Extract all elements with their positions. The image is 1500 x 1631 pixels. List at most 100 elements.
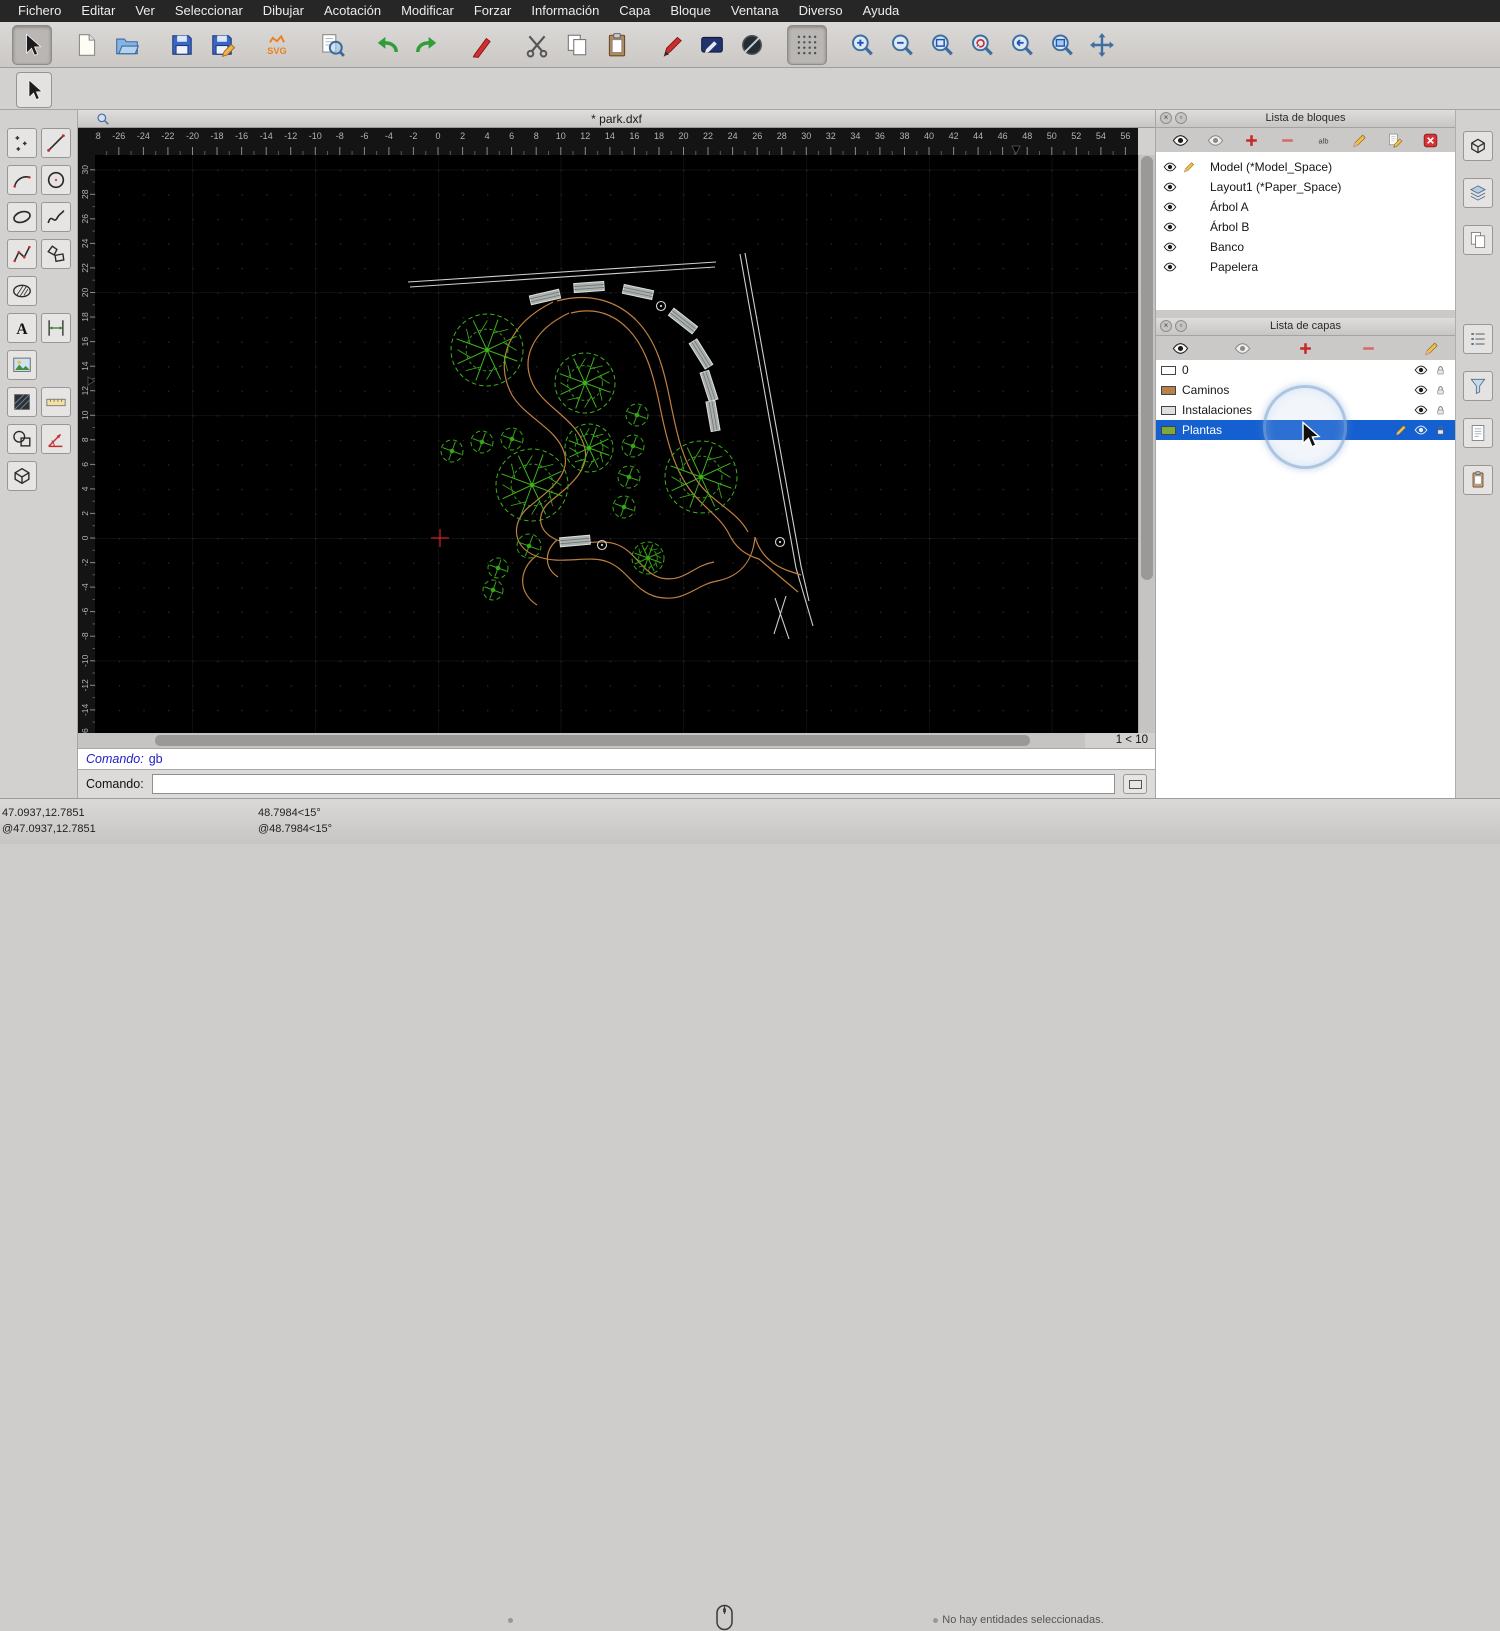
- edit-entity-button[interactable]: [692, 25, 732, 65]
- zoom-pan-button[interactable]: [1082, 25, 1122, 65]
- spline-tool-button[interactable]: [41, 202, 71, 232]
- points-tool-button[interactable]: [7, 128, 37, 158]
- visibility-icon[interactable]: [1163, 180, 1179, 194]
- dimension-tool-button[interactable]: [41, 313, 71, 343]
- zoom-window-button[interactable]: [1042, 25, 1082, 65]
- image-tool-button[interactable]: [7, 350, 37, 380]
- lock-icon[interactable]: [1434, 403, 1450, 417]
- measure-tool-button[interactable]: [41, 387, 71, 417]
- dock-toggle-sheet[interactable]: [1463, 418, 1493, 448]
- save-button[interactable]: [162, 25, 202, 65]
- line-tool-button[interactable]: [41, 128, 71, 158]
- fill-tool-button[interactable]: [7, 387, 37, 417]
- visibility-muted-button[interactable]: [1233, 339, 1253, 359]
- menu-item-forzar[interactable]: Forzar: [464, 0, 522, 22]
- dock-toggle-command[interactable]: [1463, 324, 1493, 354]
- add-block-button[interactable]: [1242, 131, 1262, 151]
- visibility-icon[interactable]: [1163, 220, 1179, 234]
- command-options-button[interactable]: [1123, 774, 1147, 794]
- svg-export-button[interactable]: SVG: [257, 25, 297, 65]
- menu-item-ver[interactable]: Ver: [125, 0, 165, 22]
- menu-item-fichero[interactable]: Fichero: [8, 0, 71, 22]
- remove-layer-button[interactable]: [1358, 339, 1378, 359]
- new-file-button[interactable]: [67, 25, 107, 65]
- cube-tool-button[interactable]: [7, 461, 37, 491]
- visibility-icon[interactable]: [1414, 403, 1430, 417]
- polyline-tool-button[interactable]: [7, 239, 37, 269]
- edit-pencil-icon[interactable]: [1394, 423, 1410, 437]
- empty-set-button[interactable]: [732, 25, 772, 65]
- dimension-angular-tool-button[interactable]: [41, 424, 71, 454]
- document-title-bar[interactable]: * park.dxf: [78, 110, 1155, 128]
- current-tool-button[interactable]: [16, 72, 52, 108]
- hatch-tool-button[interactable]: [7, 276, 37, 306]
- block-item[interactable]: Árbol B: [1156, 217, 1455, 237]
- vertical-scrollbar-thumb[interactable]: [1141, 156, 1153, 580]
- menu-item-dibujar[interactable]: Dibujar: [253, 0, 314, 22]
- attributes-button[interactable]: alb: [1313, 131, 1333, 151]
- visibility-icon[interactable]: [1414, 423, 1430, 437]
- visibility-icon[interactable]: [1163, 240, 1179, 254]
- print-preview-button[interactable]: [312, 25, 352, 65]
- menu-item-capa[interactable]: Capa: [609, 0, 660, 22]
- edit-layer-button[interactable]: [1421, 339, 1441, 359]
- menu-item-seleccionar[interactable]: Seleccionar: [165, 0, 253, 22]
- visibility-button[interactable]: [1170, 339, 1190, 359]
- vertical-scrollbar[interactable]: [1138, 155, 1155, 733]
- lock-icon[interactable]: [1434, 363, 1450, 377]
- dock-toggle-layers[interactable]: [1463, 178, 1493, 208]
- block-item[interactable]: Árbol A: [1156, 197, 1455, 217]
- float-panel-icon[interactable]: ▫: [1175, 112, 1187, 124]
- menu-item-modificar[interactable]: Modificar: [391, 0, 464, 22]
- text-tool-button[interactable]: A: [7, 313, 37, 343]
- menu-item-informacion[interactable]: Información: [521, 0, 609, 22]
- block-item[interactable]: Model (*Model_Space): [1156, 157, 1455, 177]
- cut-button[interactable]: [517, 25, 557, 65]
- add-layer-button[interactable]: [1296, 339, 1316, 359]
- dock-toggle-blocks[interactable]: [1463, 131, 1493, 161]
- menu-item-ayuda[interactable]: Ayuda: [853, 0, 910, 22]
- zoom-out-button[interactable]: [882, 25, 922, 65]
- zoom-in-button[interactable]: [842, 25, 882, 65]
- copy-button[interactable]: [557, 25, 597, 65]
- rename-block-button[interactable]: [1385, 131, 1405, 151]
- menu-item-editar[interactable]: Editar: [71, 0, 125, 22]
- ellipse-tool-button[interactable]: [7, 202, 37, 232]
- shapes-tool-button[interactable]: [41, 239, 71, 269]
- menu-item-ventana[interactable]: Ventana: [721, 0, 789, 22]
- remove-block-button[interactable]: [1278, 131, 1298, 151]
- visibility-icon[interactable]: [1163, 200, 1179, 214]
- zoom-auto-button[interactable]: [922, 25, 962, 65]
- delete-button[interactable]: [462, 25, 502, 65]
- visibility-icon[interactable]: [1163, 160, 1179, 174]
- redo-button[interactable]: [407, 25, 447, 65]
- visibility-muted-button[interactable]: [1206, 131, 1226, 151]
- circle-tool-button[interactable]: [41, 165, 71, 195]
- float-panel-icon[interactable]: ▫: [1175, 320, 1187, 332]
- command-input[interactable]: [151, 774, 1115, 794]
- selection-cursor-button[interactable]: [12, 24, 52, 65]
- horizontal-scrollbar-thumb[interactable]: [155, 735, 1030, 746]
- block-item[interactable]: Layout1 (*Paper_Space): [1156, 177, 1455, 197]
- horizontal-scrollbar[interactable]: [95, 733, 1085, 748]
- visibility-icon[interactable]: [1414, 383, 1430, 397]
- visibility-icon[interactable]: [1414, 363, 1430, 377]
- save-as-button[interactable]: [202, 25, 242, 65]
- menu-item-bloque[interactable]: Bloque: [660, 0, 720, 22]
- layer-item-0[interactable]: 0: [1156, 360, 1455, 380]
- block-item[interactable]: Banco: [1156, 237, 1455, 257]
- visibility-button[interactable]: [1170, 131, 1190, 151]
- grid-button[interactable]: [787, 24, 827, 65]
- lock-icon[interactable]: [1434, 423, 1450, 437]
- zoom-previous-button[interactable]: [1002, 25, 1042, 65]
- close-panel-icon[interactable]: ×: [1160, 112, 1172, 124]
- visibility-icon[interactable]: [1163, 260, 1179, 274]
- dock-toggle-notes[interactable]: [1463, 465, 1493, 495]
- delete-block-button[interactable]: [1421, 131, 1441, 151]
- dock-toggle-filter[interactable]: [1463, 371, 1493, 401]
- menu-item-diverso[interactable]: Diverso: [789, 0, 853, 22]
- drawing-canvas[interactable]: [95, 155, 1138, 733]
- pen-button[interactable]: [652, 25, 692, 65]
- edit-block-button[interactable]: [1349, 131, 1369, 151]
- modify-tool-button[interactable]: [7, 424, 37, 454]
